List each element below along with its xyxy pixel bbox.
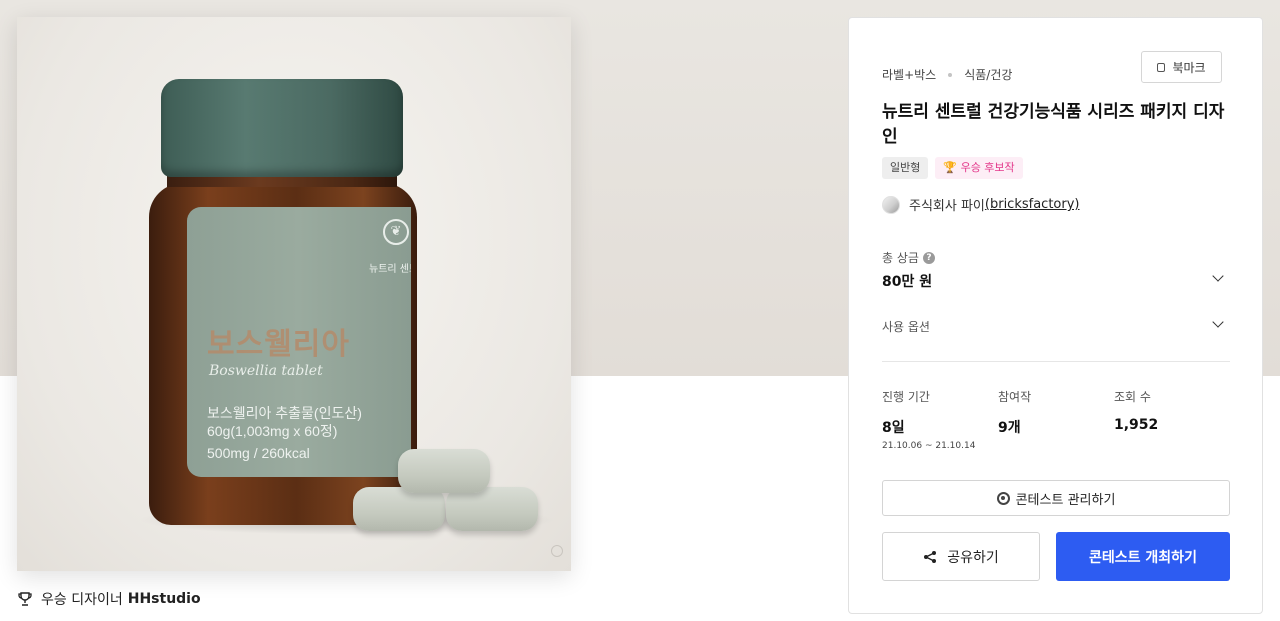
manage-label: 콘테스트 관리하기 [1015, 492, 1116, 508]
chevron-down-icon[interactable] [1212, 316, 1224, 328]
help-icon[interactable]: ? [922, 251, 935, 264]
prize-label-text: 총 상금 [882, 251, 919, 265]
breadcrumb-subcategory[interactable]: 식품/건강 [964, 66, 1012, 83]
stat-label: 진행 기간 [882, 390, 930, 404]
contest-title: 뉴트리 센트럴 건강기능식품 시리즈 패키지 디자인 [882, 102, 1225, 147]
stat-label: 조회 수 [1114, 390, 1151, 404]
gear-icon [996, 491, 1010, 505]
prize-label: 총 상금 ? [882, 249, 935, 266]
stat-value: 1,952 [1114, 417, 1159, 433]
company-name: 주식회사 파이 [909, 199, 985, 214]
breadcrumb-category[interactable]: 라벨+박스 [882, 66, 936, 83]
winner-designer: 우승 디자이너 HHstudio [17, 589, 201, 609]
stat-views: 조회 수 1,952 [1114, 388, 1158, 433]
label-brand: 뉴트리 센트럴 [369, 264, 411, 275]
avatar [882, 195, 900, 214]
breadcrumb-separator [948, 72, 953, 77]
tablet [353, 487, 445, 531]
watermark-icon [551, 545, 563, 557]
tag-list: 일반형 🏆 우승 후보작 [882, 157, 1030, 179]
contest-info-card: 라벨+박스 식품/건강 북마크 뉴트리 센트럴 건강기능식품 시리즈 패키지 디… [848, 17, 1263, 614]
winner-name[interactable]: HHstudio [128, 591, 201, 607]
tablet [446, 487, 538, 531]
bookmark-button[interactable]: 북마크 [1141, 51, 1222, 83]
label-title: 보스웰리아 [207, 327, 350, 362]
company-handle-link[interactable]: (bricksfactory) [985, 197, 1080, 212]
bookmark-label: 북마크 [1172, 60, 1206, 75]
divider [882, 361, 1230, 362]
type-tag: 일반형 [882, 157, 929, 179]
brand-logo-icon: ❦ [383, 219, 409, 245]
stat-label: 참여작 [998, 390, 1032, 404]
share-icon [924, 550, 937, 563]
label-script: Boswellia tablet [209, 363, 323, 379]
breadcrumb: 라벨+박스 식품/건강 [882, 66, 1012, 83]
company-info[interactable]: 주식회사 파이 (bricksfactory) [882, 195, 1080, 214]
label-quantity: 60g(1,003mg x 60정) [207, 423, 338, 439]
usage-option-label[interactable]: 사용 옵션 [882, 318, 930, 335]
stat-period: 진행 기간 8일 21.10.06 ~ 21.10.14 [882, 388, 975, 451]
trophy-icon [18, 592, 32, 606]
label-dosage: 500mg / 260kcal [207, 445, 310, 461]
share-label: 공유하기 [947, 549, 999, 566]
stat-date-range: 21.10.06 ~ 21.10.14 [882, 441, 976, 451]
share-button[interactable]: 공유하기 [882, 532, 1040, 581]
winner-candidate-tag: 🏆 우승 후보작 [935, 157, 1023, 179]
chevron-down-icon[interactable] [1212, 270, 1224, 282]
stat-value: 9개 [998, 420, 1021, 436]
label-ingredient: 보스웰리아 추출물(인도산) [207, 405, 362, 421]
stat-value: 8일 [882, 420, 905, 436]
product-image[interactable]: ❦ 뉴트리 센트럴 보스웰리아 Boswellia tablet 보스웰리아 추… [17, 17, 571, 571]
host-contest-button[interactable]: 콘테스트 개최하기 [1056, 532, 1230, 581]
manage-contest-button[interactable]: 콘테스트 관리하기 [882, 480, 1230, 516]
bookmark-icon [1157, 62, 1166, 72]
stat-entries: 참여작 9개 [998, 388, 1031, 437]
tablet [398, 449, 490, 493]
winner-label: 우승 디자이너 [41, 592, 123, 608]
prize-value: 80만 원 [882, 274, 933, 290]
jar-cap [161, 79, 403, 177]
